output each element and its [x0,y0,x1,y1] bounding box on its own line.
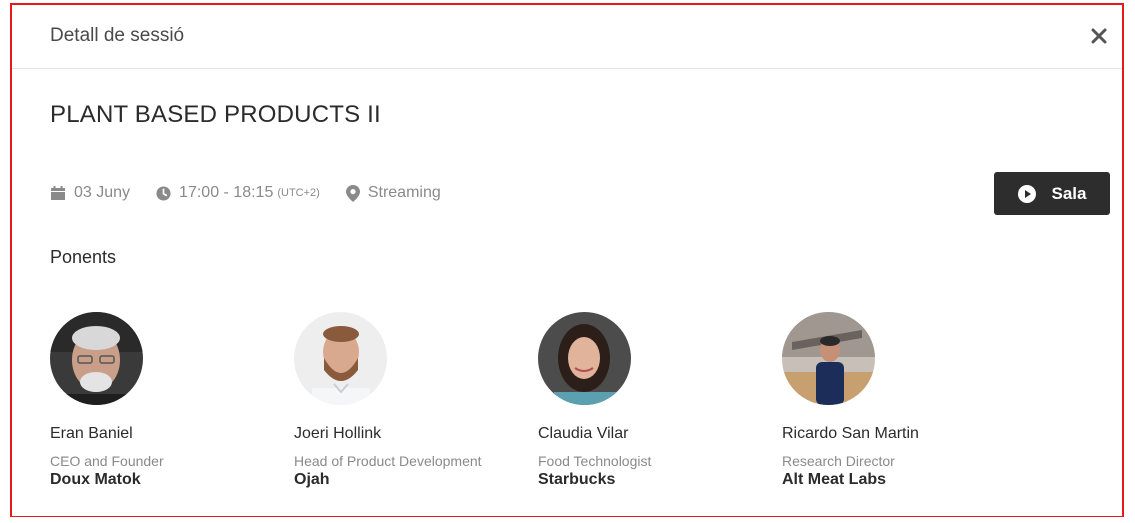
speaker-organization: Doux Matok [50,471,141,488]
avatar [538,312,631,405]
room-button[interactable]: Sala [994,172,1110,215]
avatar [50,312,143,405]
modal-header: Detall de sessió [12,5,1122,69]
speaker-card[interactable]: Ricardo San Martin Research Director Alt… [782,312,1022,489]
session-title: PLANT BASED PRODUCTS II [50,101,381,128]
close-icon [1091,28,1107,44]
session-date: 03 Juny [50,184,130,202]
date-text: 03 Juny [74,184,131,201]
speaker-card[interactable]: Joeri Hollink Head of Product Developmen… [294,312,534,489]
session-meta: 03 Juny 17:00 - 18:15 (UTC+2) Streaming [50,181,467,205]
play-circle-icon [1017,184,1036,203]
location-text: Streaming [367,184,441,201]
timezone-text: (UTC+2) [277,187,320,199]
room-button-label: Sala [1051,183,1087,203]
speaker-name: Joeri Hollink [294,425,382,442]
speaker-card[interactable]: Eran Baniel CEO and Founder Doux Matok [50,312,290,489]
speaker-organization: Ojah [294,471,330,488]
speakers-heading: Ponents [50,247,117,267]
speaker-role: CEO and Founder [50,453,164,469]
speaker-name: Ricardo San Martin [782,425,919,442]
time-text: 17:00 - 18:15 [179,184,274,201]
session-location: Streaming [345,184,441,202]
avatar [782,312,875,405]
close-button[interactable] [1086,23,1112,49]
session-time: 17:00 - 18:15 (UTC+2) [156,184,320,202]
map-pin-icon [345,184,360,202]
speaker-organization: Alt Meat Labs [782,471,887,488]
speaker-role: Research Director [782,453,895,469]
modal-title: Detall de sessió [50,25,185,46]
speaker-name: Claudia Vilar [538,425,629,442]
session-detail-modal: Detall de sessió PLANT BASED PRODUCTS II… [10,3,1124,517]
speaker-card[interactable]: Claudia Vilar Food Technologist Starbuck… [538,312,778,489]
calendar-icon [51,186,65,200]
speaker-role: Food Technologist [538,453,652,469]
speaker-organization: Starbucks [538,471,616,488]
speaker-name: Eran Baniel [50,425,133,442]
clock-icon [156,185,171,201]
avatar [294,312,387,405]
speaker-role: Head of Product Development [294,453,482,469]
